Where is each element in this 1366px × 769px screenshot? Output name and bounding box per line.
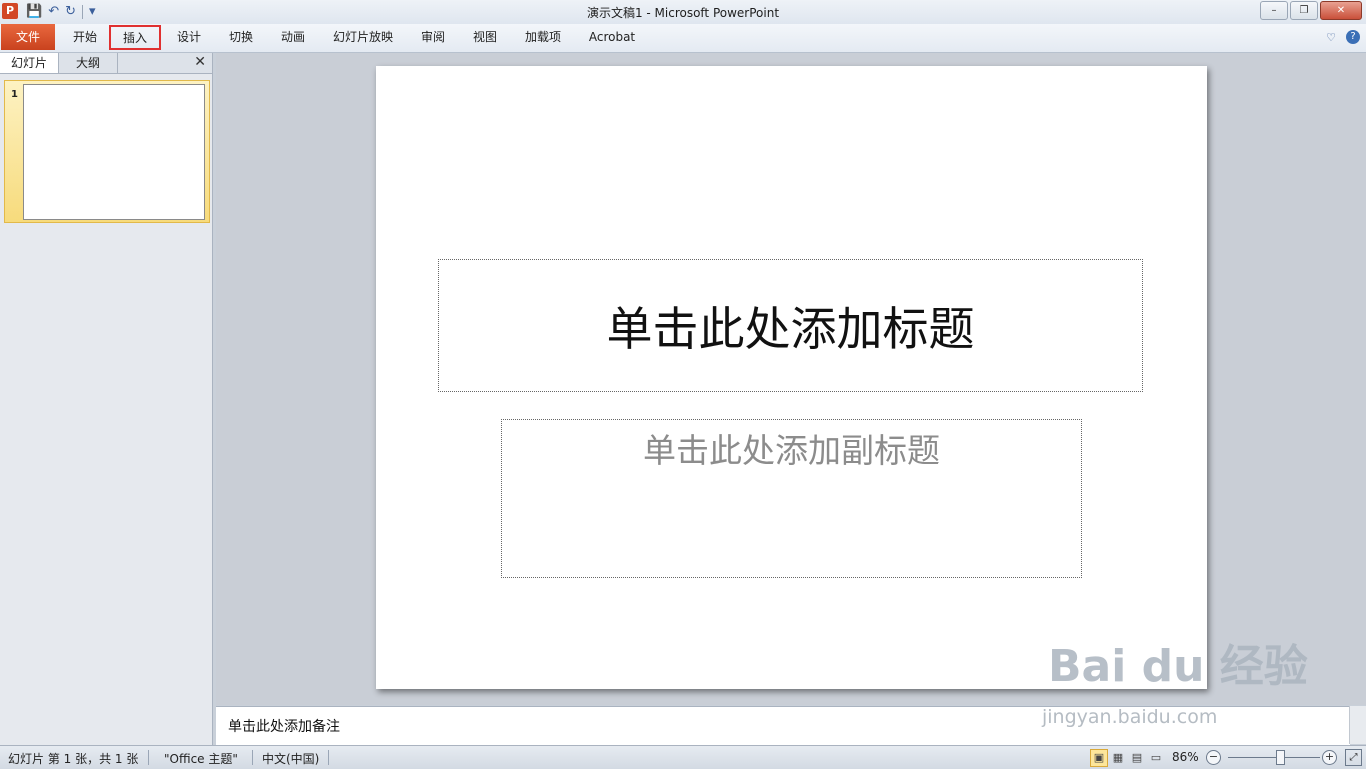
status-separator [328,750,329,765]
tab-add-ins[interactable]: 加载项 [516,26,570,48]
slide-thumbnail-selected[interactable]: 1 [4,80,210,223]
tab-slide-show[interactable]: 幻灯片放映 [326,26,400,48]
tab-acrobat[interactable]: Acrobat [582,26,642,48]
slides-outline-pane: 幻灯片 大纲 ✕ 1 [0,53,213,745]
tab-insert[interactable]: 插入 [109,25,161,50]
ribbon-right-controls: ♡ ? [1326,30,1360,44]
tab-review[interactable]: 审阅 [410,26,456,48]
title-bar: P 💾 ↶ ↻ ▾ 演示文稿1 - Microsoft PowerPoint –… [0,0,1366,24]
minimize-ribbon-icon[interactable]: ♡ [1326,31,1336,44]
zoom-out-button[interactable]: − [1206,750,1221,765]
tab-transitions[interactable]: 切换 [218,26,264,48]
theme-status[interactable]: "Office 主题" [164,750,238,767]
title-placeholder[interactable]: 单击此处添加标题 [438,259,1143,392]
status-separator [252,750,253,765]
normal-view-button[interactable]: ▣ [1090,749,1108,767]
slide-canvas[interactable]: 单击此处添加标题 单击此处添加副标题 [376,66,1207,689]
fit-slide-button[interactable]: ⤢ [1345,749,1362,766]
restore-button[interactable]: ❐ [1290,1,1318,20]
tab-file[interactable]: 文件 [1,24,55,50]
close-pane-icon[interactable]: ✕ [194,54,206,70]
zoom-level[interactable]: 86% [1172,750,1199,764]
ribbon-tab-bar: 文件 开始 插入 设计 切换 动画 幻灯片放映 审阅 视图 加载项 Acroba… [0,24,1366,53]
slide-show-view-button[interactable]: ▭ [1147,749,1165,767]
help-icon[interactable]: ? [1346,30,1360,44]
slide-number: 1 [11,89,18,100]
status-bar: 幻灯片 第 1 张，共 1 张 "Office 主题" 中文(中国) ▣ ▦ ▤… [0,745,1366,769]
tab-animations[interactable]: 动画 [270,26,316,48]
baidu-watermark-url: jingyan.baidu.com [1042,706,1218,728]
window-title: 演示文稿1 - Microsoft PowerPoint [586,6,780,20]
window-controls: – ❐ ✕ [1260,1,1362,20]
tab-design[interactable]: 设计 [166,26,212,48]
slide-editing-area: 单击此处添加标题 单击此处添加副标题 [216,53,1366,705]
close-button[interactable]: ✕ [1320,1,1362,20]
baidu-watermark: Bai du 经验 [1048,641,1308,692]
tab-home[interactable]: 开始 [62,26,108,48]
slide-count-status: 幻灯片 第 1 张，共 1 张 [8,752,139,766]
zoom-slider-track[interactable] [1228,757,1320,758]
zoom-slider-handle[interactable] [1275,750,1285,765]
status-separator [148,750,149,765]
slide-sorter-view-button[interactable]: ▦ [1109,749,1127,767]
minimize-button[interactable]: – [1260,1,1288,20]
notes-scrollbar[interactable] [1349,706,1366,744]
language-status[interactable]: 中文(中国) [262,750,319,767]
zoom-in-button[interactable]: + [1322,750,1337,765]
subtitle-placeholder[interactable]: 单击此处添加副标题 [501,419,1082,578]
slide-thumbnail[interactable] [23,84,205,220]
tab-slides[interactable]: 幻灯片 [0,53,59,73]
reading-view-button[interactable]: ▤ [1128,749,1146,767]
notes-placeholder[interactable]: 单击此处添加备注 [228,716,340,736]
tab-outline[interactable]: 大纲 [59,53,118,73]
pane-tabs: 幻灯片 大纲 ✕ [0,53,212,74]
tab-view[interactable]: 视图 [462,26,508,48]
